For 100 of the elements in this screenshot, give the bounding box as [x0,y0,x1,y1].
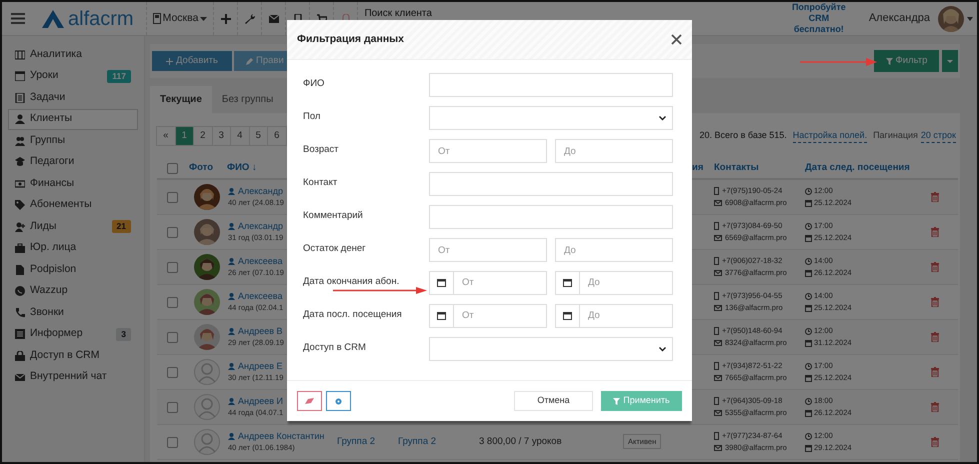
rows-per-page-link[interactable]: 20 строк [920,128,956,144]
lock-icon [15,350,25,361]
page-button[interactable]: 3 [212,126,231,146]
filter-button[interactable]: Фильтр [874,50,939,72]
page-button[interactable]: 4 [230,126,250,146]
group-link[interactable]: Группа 2 [392,434,467,450]
sidebar-item[interactable]: Звонки [8,302,138,324]
client-name-link[interactable]: Алексеева [228,255,282,267]
input-field[interactable] [429,172,673,196]
briefcase-icon [15,243,25,254]
sidebar-item[interactable]: Podpislon [8,259,138,280]
calendar-button[interactable] [555,304,580,328]
sidebar-item[interactable]: Педагоги [8,152,138,173]
client-name-link[interactable]: Александр [228,185,284,197]
page-button[interactable]: 1 [174,126,194,146]
checkbox[interactable] [166,436,178,448]
user-name[interactable]: Александра [868,10,930,27]
checkbox[interactable] [166,192,178,202]
column-header[interactable]: ия [692,160,709,176]
calendar-icon [805,444,812,452]
column-header[interactable]: Дата след. посещения [800,160,958,176]
input-field[interactable]: От [429,238,547,262]
page-button[interactable]: 5 [248,126,268,146]
select-field[interactable] [429,106,673,130]
sidebar-item[interactable]: Уроки 117 [8,66,138,87]
group-link[interactable]: Группа 2 [337,434,392,450]
tab[interactable]: Текущие [150,86,212,113]
sidebar-item[interactable]: Wazzup [8,280,138,302]
page-button[interactable]: 6 [267,126,286,146]
input-field[interactable]: До [580,304,673,328]
clock-icon [805,188,812,194]
fields-settings-link[interactable]: Настройка полей. [792,128,868,144]
input-field[interactable]: До [555,139,673,163]
sidebar-item[interactable]: Юр. лица [8,238,138,259]
search-field[interactable]: Поиск клиента [364,7,564,20]
trash-icon[interactable] [931,367,939,377]
page-button[interactable]: « [156,126,176,146]
input-field[interactable]: До [555,238,673,262]
trash-icon[interactable] [931,297,939,307]
add-button[interactable]: Добавить [152,51,232,71]
sidebar-item[interactable]: Финансы [8,173,138,194]
trash-icon[interactable] [931,227,939,237]
tab[interactable]: Без группы [212,86,284,113]
mobile-phone-icon [714,327,719,335]
sidebar-item[interactable]: Лиды 21 [8,216,138,238]
select-field[interactable] [429,337,673,361]
apply-button[interactable]: Применить [601,391,682,411]
sidebar-item[interactable]: Задачи [8,87,138,108]
trash-icon[interactable] [931,332,939,342]
sidebar-item[interactable]: Доступ в CRM [8,345,138,366]
trash-icon[interactable] [931,437,939,447]
sidebar-item[interactable]: Внутренний чат [8,366,138,388]
checkbox[interactable] [166,366,178,378]
close-icon[interactable] [671,34,682,45]
balance-text: 3 800,00 / 7 уроков [478,434,563,449]
input-field[interactable]: От [454,304,547,328]
caret-icon[interactable] [967,16,973,20]
checkbox[interactable] [166,296,178,308]
input-field[interactable]: От [429,139,547,163]
cancel-button[interactable]: Отмена [514,391,593,411]
client-name-link[interactable]: Алексеева [228,290,282,302]
wrench-icon[interactable] [244,14,255,24]
client-name-link[interactable]: Андреев И [228,395,283,407]
checkbox[interactable] [166,162,178,174]
trash-icon[interactable] [931,402,939,412]
add-icon[interactable] [220,14,231,24]
column-header[interactable]: Контакты [709,160,800,176]
input-field[interactable] [429,73,673,97]
settings-button[interactable] [326,391,351,411]
promo-link[interactable]: Попробуйте CRM бесплатно! [782,2,855,35]
clear-button[interactable] [297,391,322,411]
sidebar-item[interactable]: Информер 3 [8,324,138,345]
column-header[interactable]: Фото [187,160,227,176]
sidebar-item[interactable]: Абонементы [8,194,138,216]
input-field[interactable]: От [454,271,547,295]
client-name-link[interactable]: Александр [228,220,284,232]
sidebar-item[interactable]: Аналитика [8,44,138,66]
envelope-icon[interactable] [268,14,279,24]
client-name-link[interactable]: Андреев В [228,325,283,337]
page-button[interactable]: 2 [193,126,212,146]
mobile-phone-icon [714,257,719,265]
checkbox[interactable] [166,332,178,342]
client-name-link[interactable]: Андреев Е [228,360,283,372]
checkbox[interactable] [166,262,178,272]
input-field[interactable]: До [580,271,673,295]
dropdown-button[interactable] [942,50,958,72]
input-field[interactable] [429,205,673,229]
sidebar-item[interactable]: Клиенты [8,108,138,130]
client-name-link[interactable]: Андреев Константин [228,430,324,442]
calendar-button[interactable] [429,304,454,328]
trash-icon[interactable] [931,192,939,202]
calendar-button[interactable] [429,271,454,295]
sidebar-item[interactable]: Группы [8,130,138,152]
avatar-icon [194,429,220,455]
checkbox[interactable] [166,226,178,238]
menu-icon[interactable] [11,13,25,24]
calendar-button[interactable] [555,271,580,295]
checkbox[interactable] [166,402,178,412]
trash-icon[interactable] [931,262,939,272]
branch-dropdown[interactable]: Москва [146,2,214,35]
